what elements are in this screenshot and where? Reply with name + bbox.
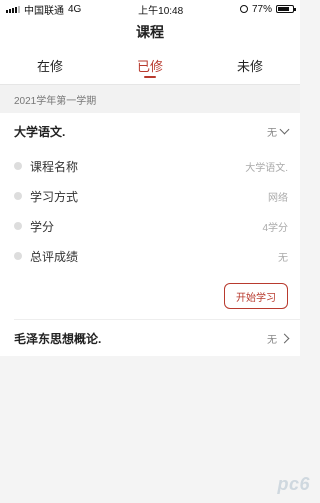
bullet-icon bbox=[14, 222, 22, 230]
status-time: 上午10:48 bbox=[138, 5, 184, 17]
tab-completed[interactable]: 已修 bbox=[100, 46, 200, 84]
signal-icon bbox=[6, 5, 20, 13]
detail-value: 网络 bbox=[268, 192, 288, 204]
page-header: 课程 bbox=[0, 18, 300, 46]
bullet-icon bbox=[14, 192, 22, 200]
detail-value: 4学分 bbox=[262, 222, 288, 234]
detail-row-final-grade: 总评成绩 无 bbox=[0, 241, 300, 271]
course-card: 大学语文. 无 课程名称 大学语文. 学习方式 网络 学分 4学分 总评成绩 无… bbox=[0, 113, 300, 356]
course-title: 大学语文. bbox=[14, 124, 66, 139]
battery-icon bbox=[275, 5, 296, 13]
start-learning-button[interactable]: 开始学习 bbox=[224, 283, 288, 309]
status-bar: 中国联通 4G 上午10:48 77% bbox=[0, 0, 300, 18]
detail-label: 总评成绩 bbox=[30, 249, 79, 264]
detail-value: 无 bbox=[278, 252, 288, 264]
bullet-icon bbox=[14, 252, 22, 260]
battery-percent: 77% bbox=[251, 3, 272, 15]
chevron-right-icon bbox=[279, 333, 290, 343]
detail-label: 课程名称 bbox=[30, 159, 79, 174]
watermark-logo: pc6 bbox=[277, 474, 310, 494]
course-tabs: 在修 已修 未修 bbox=[0, 46, 300, 84]
tab-in-progress[interactable]: 在修 bbox=[0, 46, 100, 84]
detail-row-study-mode: 学习方式 网络 bbox=[0, 181, 300, 211]
detail-value: 大学语文. bbox=[245, 162, 288, 174]
chevron-down-icon bbox=[279, 124, 290, 134]
course-header-chinese[interactable]: 大学语文. 无 bbox=[0, 113, 300, 149]
course-status: 无 bbox=[267, 124, 290, 139]
course-details: 课程名称 大学语文. 学习方式 网络 学分 4学分 总评成绩 无 bbox=[0, 149, 300, 275]
course-header-mao[interactable]: 毛泽东思想概论. 无 bbox=[0, 320, 300, 356]
detail-row-credits: 学分 4学分 bbox=[0, 211, 300, 241]
network-type: 4G bbox=[68, 3, 82, 15]
tab-not-taken[interactable]: 未修 bbox=[200, 46, 300, 84]
semester-label: 2021学年第一学期 bbox=[0, 84, 300, 113]
orientation-lock-icon bbox=[239, 5, 248, 13]
action-area: 开始学习 bbox=[0, 275, 300, 319]
detail-label: 学分 bbox=[30, 219, 55, 234]
detail-label: 学习方式 bbox=[30, 189, 79, 204]
course-status-text: 无 bbox=[267, 127, 277, 139]
page-title: 课程 bbox=[136, 24, 164, 40]
detail-row-course-name: 课程名称 大学语文. bbox=[0, 151, 300, 181]
course-title: 毛泽东思想概论. bbox=[14, 331, 102, 346]
carrier-name: 中国联通 bbox=[24, 5, 64, 17]
bullet-icon bbox=[14, 162, 22, 170]
course-status: 无 bbox=[267, 331, 290, 346]
course-status-text: 无 bbox=[267, 334, 277, 346]
